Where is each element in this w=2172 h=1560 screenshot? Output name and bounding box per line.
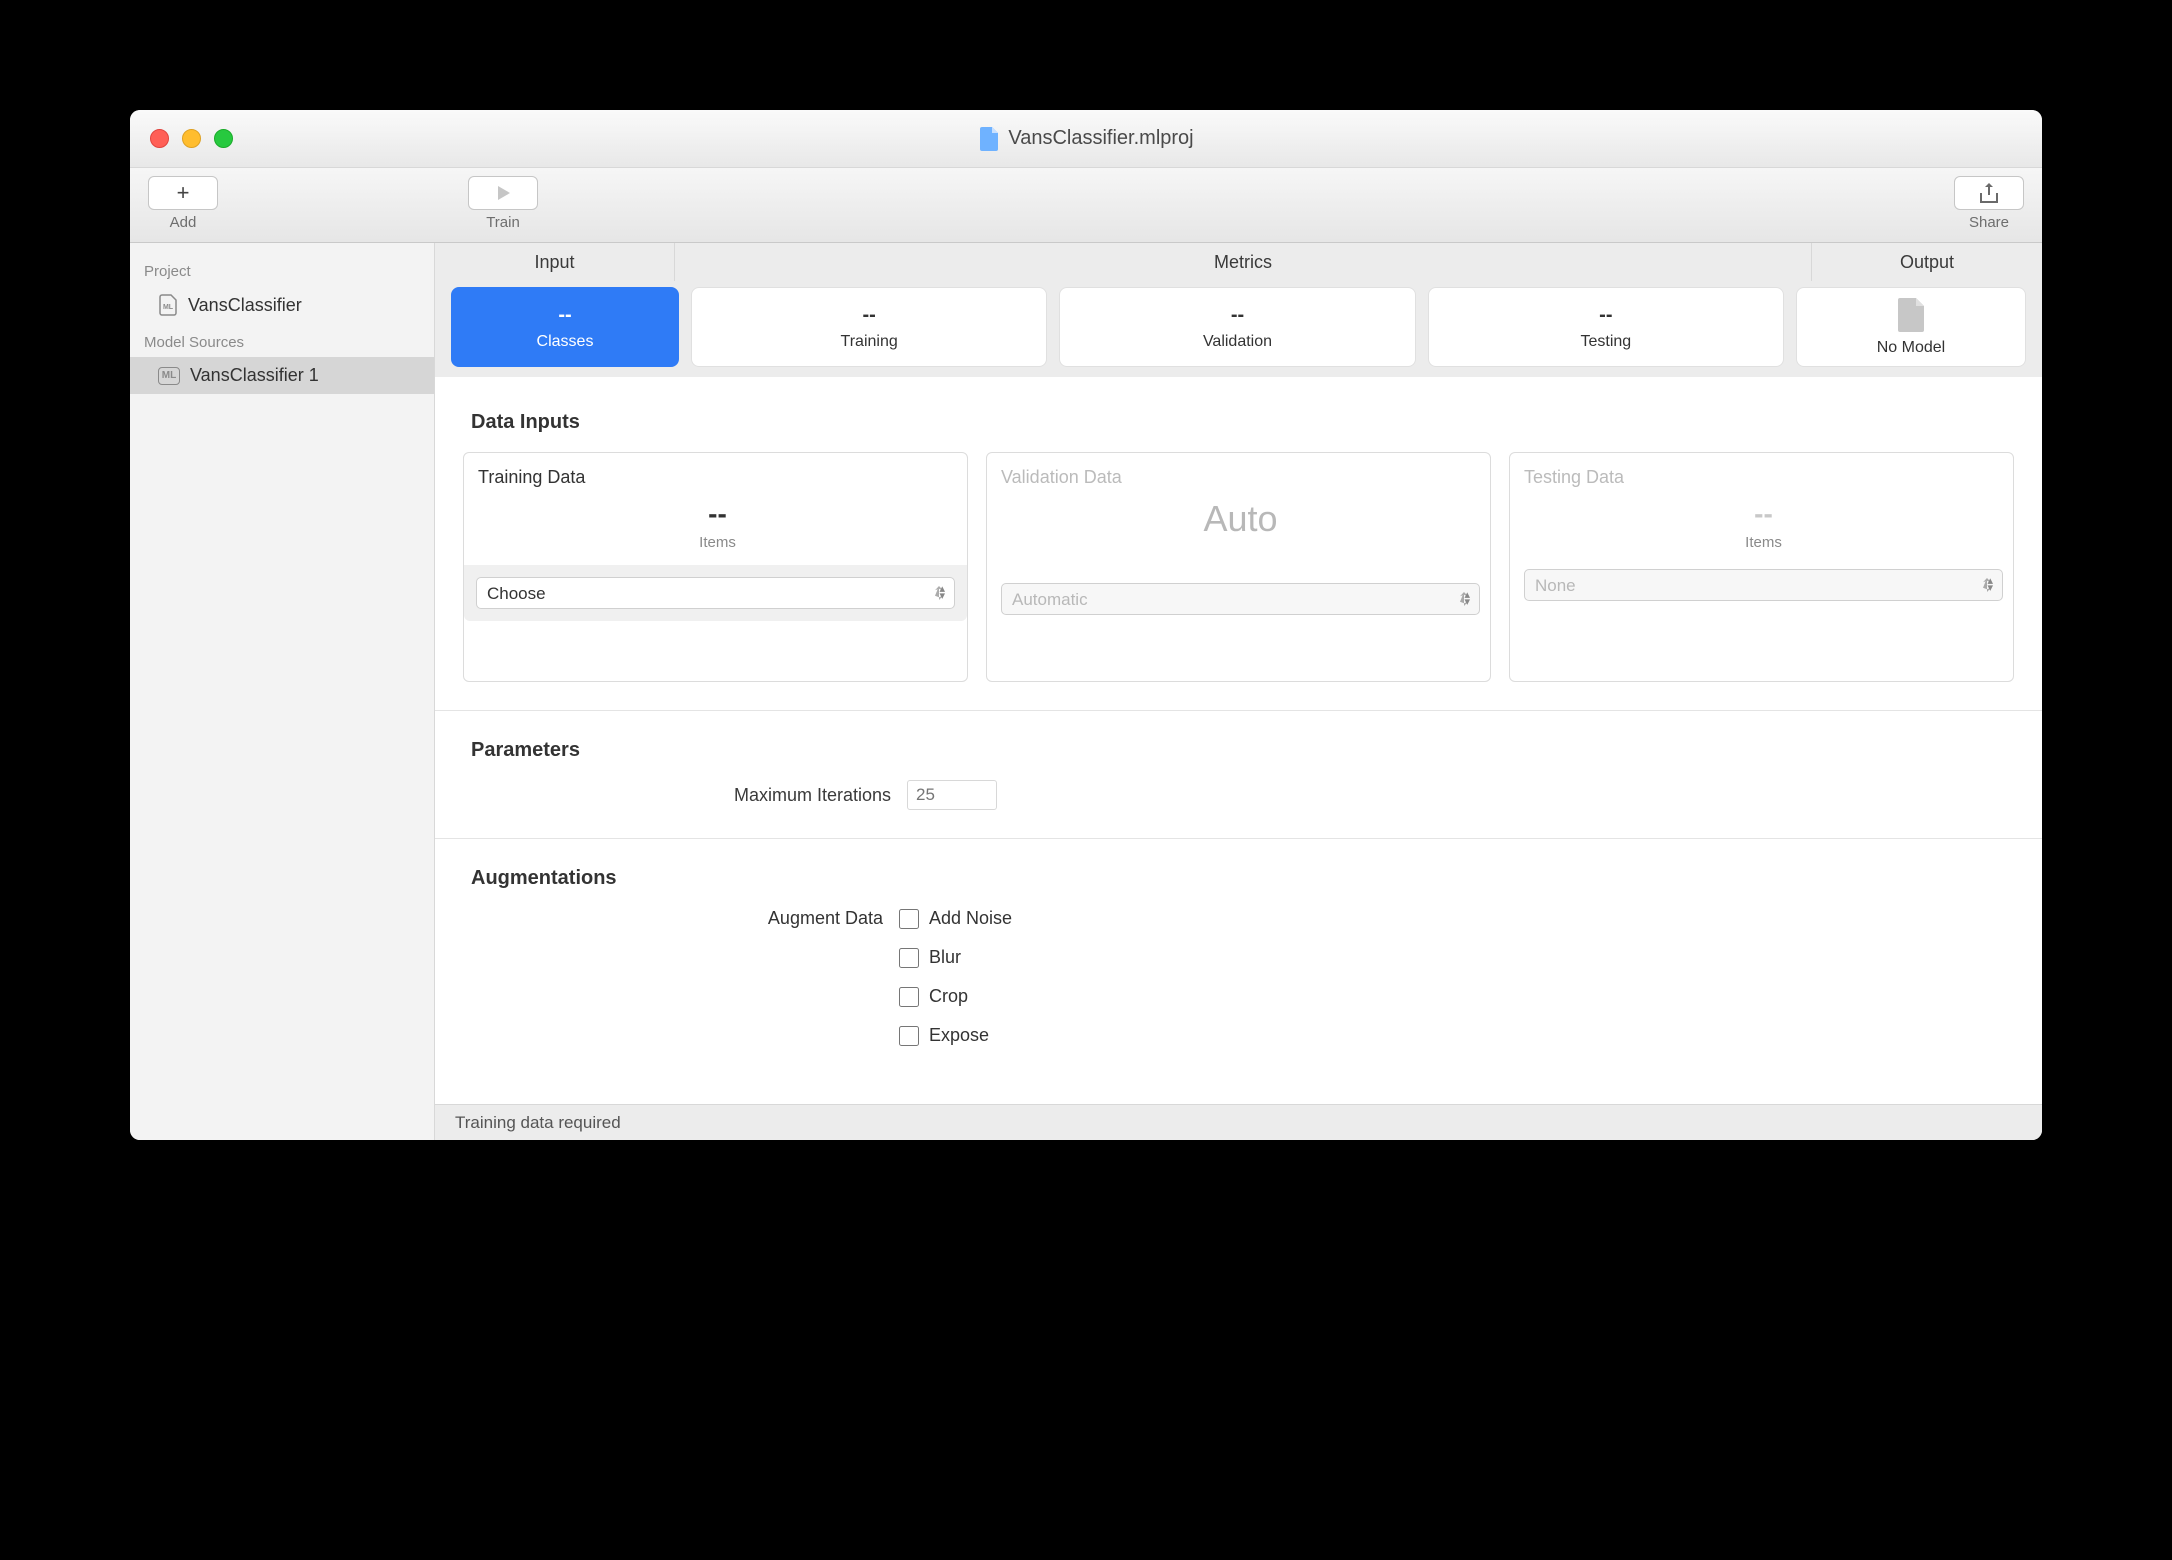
data-inputs-title: Data Inputs: [471, 411, 2014, 434]
card-output-label: No Model: [1877, 339, 1945, 357]
augment-options-list: Add Noise Blur Crop Expose: [899, 908, 1012, 1046]
content-scroll[interactable]: Data Inputs Training Data -- Items Choos…: [435, 377, 2042, 1104]
seg-output: Output: [1812, 243, 2042, 281]
mlproj-file-icon: [978, 126, 1000, 152]
validation-data-select[interactable]: Automatic: [1001, 583, 1480, 615]
share-button-label: Share: [1969, 214, 2009, 231]
no-model-icon: [1896, 297, 1926, 333]
max-iterations-row: Maximum Iterations: [471, 780, 2014, 810]
max-iterations-label: Maximum Iterations: [471, 785, 891, 806]
testing-data-value: --: [1524, 498, 2003, 530]
chevron-updown-icon: ▴▾: [1464, 592, 1470, 606]
share-button[interactable]: [1954, 176, 2024, 210]
training-data-title: Training Data: [478, 467, 957, 488]
augment-option[interactable]: Add Noise: [899, 908, 1012, 929]
card-training-value: --: [863, 304, 876, 327]
max-iterations-input[interactable]: [907, 780, 997, 810]
augment-data-row: Augment Data Add Noise Blur Crop Expose: [463, 908, 2014, 1046]
card-validation-label: Validation: [1203, 333, 1272, 351]
share-icon: [1980, 183, 1998, 203]
data-inputs-row: Training Data -- Items Choose ▴▾: [463, 452, 2014, 682]
share-tool: Share: [1954, 176, 2024, 231]
training-data-box: Training Data -- Items Choose ▴▾: [463, 452, 968, 682]
add-tool: + Add: [148, 176, 218, 231]
testing-data-sub: Items: [1524, 534, 2003, 551]
play-icon: [493, 183, 513, 203]
augment-option[interactable]: Blur: [899, 947, 1012, 968]
chevron-updown-icon: ▴▾: [1987, 578, 1993, 592]
card-validation-value: --: [1231, 304, 1244, 327]
parameters-title: Parameters: [471, 739, 2014, 762]
seg-metrics: Metrics: [675, 243, 1812, 281]
status-text: Training data required: [455, 1113, 621, 1133]
crop-checkbox[interactable]: [899, 987, 919, 1007]
add-button[interactable]: +: [148, 176, 218, 210]
section-divider: [435, 710, 2042, 711]
summary-cards: -- Classes -- Training -- Validation -- …: [435, 281, 2042, 377]
card-classes-label: Classes: [537, 333, 594, 351]
train-button-label: Train: [486, 214, 520, 231]
body: Project ML VansClassifier Model Sources …: [130, 243, 2042, 1140]
train-button[interactable]: [468, 176, 538, 210]
testing-data-select[interactable]: None: [1524, 569, 2003, 601]
testing-data-title: Testing Data: [1524, 467, 2003, 488]
card-training-label: Training: [841, 333, 898, 351]
document-icon: ML: [158, 294, 178, 316]
main-panel: Input Metrics Output -- Classes -- Train…: [435, 243, 2042, 1140]
augment-data-label: Augment Data: [463, 908, 883, 1046]
card-output[interactable]: No Model: [1796, 287, 2026, 367]
titlebar: VansClassifier.mlproj: [130, 110, 2042, 168]
sidebar: Project ML VansClassifier Model Sources …: [130, 243, 435, 1140]
card-classes-value: --: [558, 304, 571, 327]
validation-data-box: Validation Data Auto Automatic ▴▾: [986, 452, 1491, 682]
card-training[interactable]: -- Training: [691, 287, 1047, 367]
sidebar-project-header: Project: [130, 253, 434, 286]
sidebar-project-item[interactable]: ML VansClassifier: [130, 286, 434, 324]
app-window: VansClassifier.mlproj + Add Train Share …: [130, 110, 2042, 1140]
card-testing-label: Testing: [1580, 333, 1631, 351]
augment-option[interactable]: Crop: [899, 986, 1012, 1007]
augment-option[interactable]: Expose: [899, 1025, 1012, 1046]
training-data-value: --: [478, 498, 957, 530]
toolbar: + Add Train Share: [130, 168, 2042, 243]
testing-data-box: Testing Data -- Items None ▴▾: [1509, 452, 2014, 682]
ml-badge-icon: ML: [158, 367, 180, 385]
window-title: VansClassifier.mlproj: [1008, 127, 1193, 150]
training-data-select[interactable]: Choose: [476, 577, 955, 609]
add-noise-checkbox[interactable]: [899, 909, 919, 929]
zoom-window-button[interactable]: [214, 129, 233, 148]
training-data-sub: Items: [478, 534, 957, 551]
close-window-button[interactable]: [150, 129, 169, 148]
validation-data-title: Validation Data: [1001, 467, 1480, 488]
sidebar-project-label: VansClassifier: [188, 295, 302, 316]
segment-bar: Input Metrics Output: [435, 243, 2042, 281]
svg-text:ML: ML: [163, 304, 174, 311]
card-classes[interactable]: -- Classes: [451, 287, 679, 367]
card-testing[interactable]: -- Testing: [1428, 287, 1784, 367]
sidebar-source-item[interactable]: ML VansClassifier 1: [130, 357, 434, 394]
train-tool: Train: [468, 176, 538, 231]
sidebar-sources-header: Model Sources: [130, 324, 434, 357]
minimize-window-button[interactable]: [182, 129, 201, 148]
sidebar-source-label: VansClassifier 1: [190, 365, 319, 386]
add-button-label: Add: [170, 214, 197, 231]
status-bar: Training data required: [435, 1104, 2042, 1140]
card-testing-value: --: [1599, 304, 1612, 327]
blur-checkbox[interactable]: [899, 948, 919, 968]
seg-input: Input: [435, 243, 675, 281]
traffic-lights: [150, 129, 233, 148]
validation-data-value: Auto: [1001, 498, 1480, 540]
expose-checkbox[interactable]: [899, 1026, 919, 1046]
chevron-updown-icon: ▴▾: [939, 586, 945, 600]
section-divider: [435, 838, 2042, 839]
augmentations-title: Augmentations: [471, 867, 2014, 890]
card-validation[interactable]: -- Validation: [1059, 287, 1415, 367]
